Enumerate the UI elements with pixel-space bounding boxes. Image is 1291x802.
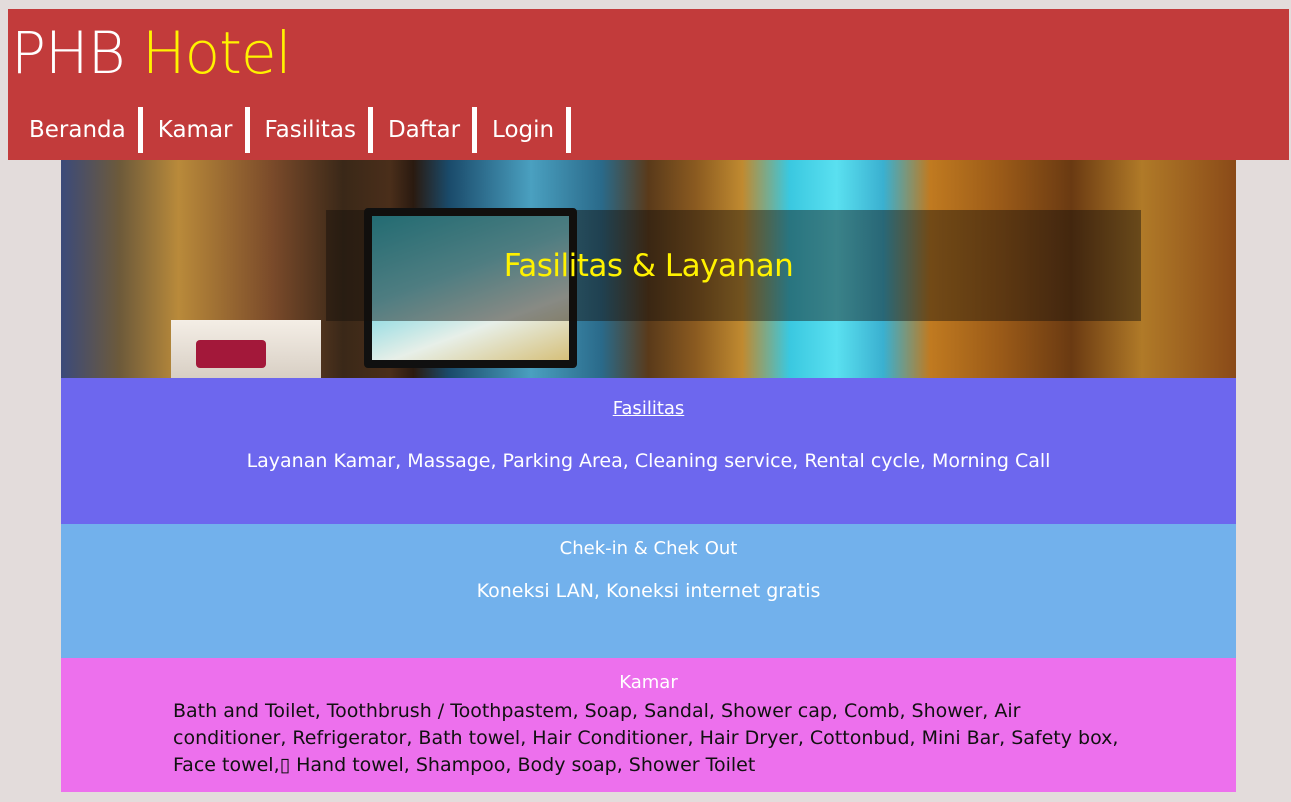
site-logo[interactable]: PHB Hotel: [11, 17, 292, 89]
main-nav: Beranda Kamar Fasilitas Daftar Login: [22, 107, 579, 157]
nav-item-login[interactable]: Login: [485, 107, 572, 153]
kamar-body: Bath and Toilet, Toothbrush / Toothpaste…: [173, 700, 1119, 776]
hero-pillow-image: [196, 340, 266, 368]
kamar-title: Kamar: [619, 672, 678, 693]
nav-item-fasilitas[interactable]: Fasilitas: [258, 107, 373, 153]
kamar-section: Kamar Bath and Toilet, Toothbrush / Toot…: [61, 658, 1236, 792]
fasilitas-title: Fasilitas: [612, 398, 685, 419]
nav-item-kamar[interactable]: Kamar: [151, 107, 250, 153]
brand-prefix: PHB: [11, 19, 126, 87]
checkin-body: Koneksi LAN, Koneksi internet gratis: [476, 580, 821, 602]
checkin-title: Chek-in & Chek Out: [559, 538, 738, 559]
site-header: PHB Hotel Beranda Kamar Fasilitas Daftar…: [8, 9, 1289, 160]
fasilitas-body: Layanan Kamar, Massage, Parking Area, Cl…: [246, 450, 1051, 472]
hero-banner: Fasilitas & Layanan: [61, 160, 1236, 378]
nav-item-daftar[interactable]: Daftar: [381, 107, 478, 153]
checkin-section: Chek-in & Chek Out Koneksi LAN, Koneksi …: [61, 524, 1236, 658]
brand-accent: Hotel: [142, 19, 292, 87]
fasilitas-section: Fasilitas Layanan Kamar, Massage, Parkin…: [61, 378, 1236, 524]
hero-caption: Fasilitas & Layanan: [503, 248, 794, 284]
nav-item-beranda[interactable]: Beranda: [22, 107, 143, 153]
